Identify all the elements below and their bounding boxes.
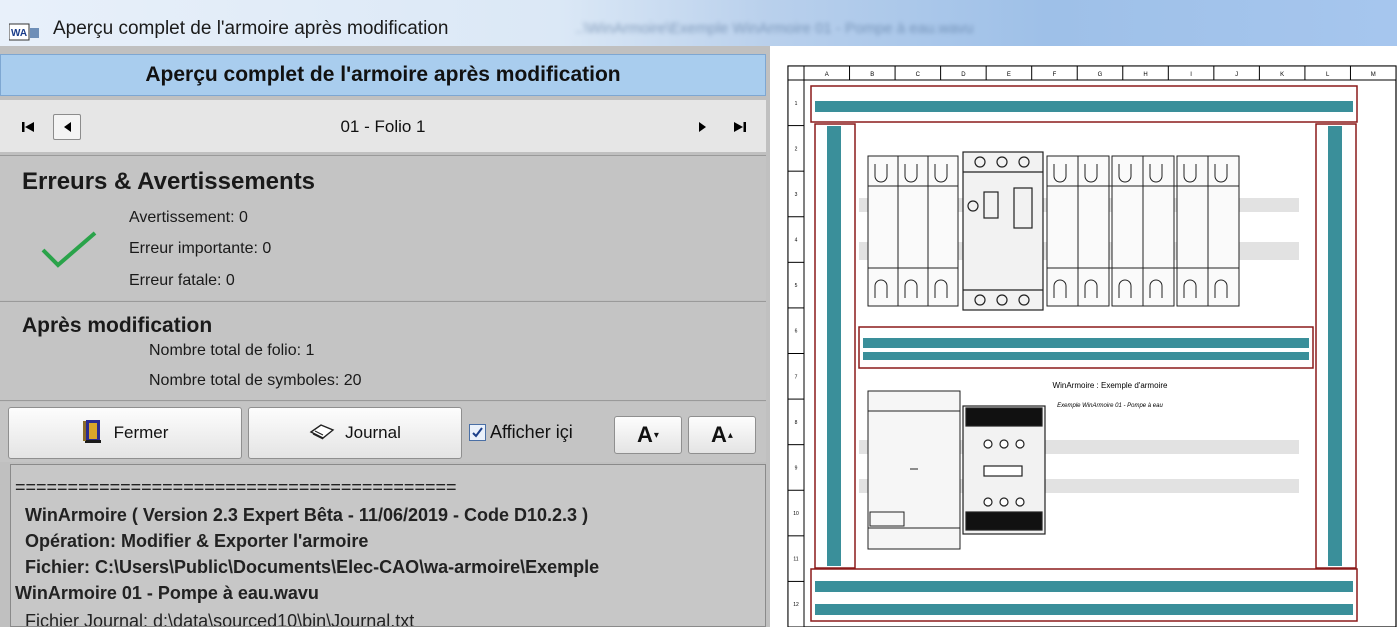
panel-toolbar: Fermer Journal Afficher içi A ▾ A ▴ <box>0 402 766 462</box>
row-label: 9 <box>795 465 798 471</box>
font-increase-icon[interactable]: A ▴ <box>688 416 756 454</box>
after-title: Après modification <box>22 314 213 337</box>
after-modification-section: Après modification Nombre total de folio… <box>0 301 766 401</box>
cabinet-preview[interactable]: ABCDEFGHIJKLM 123456789101112 <box>770 46 1397 627</box>
column-label: C <box>916 72 921 78</box>
close-button[interactable]: Fermer <box>8 407 242 459</box>
checkmark-icon <box>40 230 98 275</box>
middle-rail-b <box>863 352 1309 360</box>
column-label: K <box>1280 72 1284 78</box>
middle-rail-a <box>863 338 1309 348</box>
left-rail <box>827 126 841 566</box>
panel-header-title: Aperçu complet de l'armoire après modifi… <box>145 63 621 86</box>
column-label: H <box>1143 72 1147 78</box>
power-supply <box>867 390 961 550</box>
row-label: 1 <box>795 101 798 107</box>
important-error-count: Erreur importante: 0 <box>129 240 272 257</box>
column-label: D <box>961 72 966 78</box>
row-label: 5 <box>795 283 798 289</box>
symbol-count: Nombre total de symboles: 20 <box>149 372 362 389</box>
door-exit-icon <box>82 418 104 449</box>
winarmoire-app-icon: WA <box>9 23 39 41</box>
preview-side-panel: Aperçu complet de l'armoire après modifi… <box>0 46 770 627</box>
column-label: B <box>870 72 874 78</box>
log-line: ========================================… <box>15 477 457 497</box>
folio-navigator: 01 - Folio 1 <box>0 100 766 152</box>
row-label: 4 <box>795 238 798 244</box>
journal-log[interactable]: ========================================… <box>10 464 766 627</box>
breaker-group-right <box>1046 155 1240 307</box>
close-button-label: Fermer <box>113 423 169 442</box>
journal-button-label: Journal <box>345 423 401 442</box>
show-here-checkbox[interactable] <box>469 424 486 441</box>
errors-title: Erreurs & Avertissements <box>22 168 316 195</box>
row-label: 3 <box>795 192 798 198</box>
row-label: 2 <box>795 146 798 152</box>
errors-section: Erreurs & Avertissements Avertissement: … <box>0 155 766 300</box>
column-label: F <box>1053 72 1057 78</box>
log-line: WinArmoire ( Version 2.3 Expert Bêta - 1… <box>25 505 589 525</box>
row-label: 12 <box>793 602 799 608</box>
top-rail <box>815 101 1353 112</box>
column-label: E <box>1007 72 1011 78</box>
row-label: 11 <box>793 557 798 563</box>
next-icon[interactable] <box>689 114 717 140</box>
contactor <box>962 405 1046 535</box>
background-window-title: ..\WinArmoire\Exemple WinArmoire 01 - Po… <box>575 20 974 37</box>
log-line: WinArmoire 01 - Pompe à eau.wavu <box>15 583 319 603</box>
row-label: 8 <box>795 420 798 426</box>
breaker-group-left <box>867 155 959 307</box>
log-line: Opération: Modifier & Exporter l'armoire <box>25 531 369 551</box>
window-title: Aperçu complet de l'armoire après modifi… <box>53 18 449 39</box>
row-label: 6 <box>795 329 798 335</box>
row-label: 10 <box>793 511 799 517</box>
journal-button[interactable]: Journal <box>248 407 462 459</box>
title-bar: WA Aperçu complet de l'armoire après mod… <box>0 0 1397 46</box>
cabinet-drawing: ABCDEFGHIJKLM 123456789101112 WinArmoire… <box>787 65 1397 627</box>
column-label: A <box>825 72 829 78</box>
fatal-error-count: Erreur fatale: 0 <box>129 272 235 289</box>
column-label: G <box>1098 72 1103 78</box>
bottom-rail <box>815 581 1353 592</box>
bottom-rail-2 <box>815 604 1353 615</box>
folio-count: Nombre total de folio: 1 <box>149 342 315 359</box>
svg-text:WA: WA <box>11 28 27 39</box>
skip-last-icon[interactable] <box>726 114 754 140</box>
panel-header: Aperçu complet de l'armoire après modifi… <box>0 54 766 96</box>
column-label: M <box>1371 72 1376 78</box>
motor-protection-switch <box>962 151 1044 311</box>
right-rail <box>1328 126 1342 566</box>
log-line: Fichier: C:\Users\Public\Documents\Elec-… <box>25 557 600 577</box>
column-label: J <box>1235 72 1238 78</box>
log-line: Fichier Journal: d:\data\sourced10\bin\J… <box>25 611 415 627</box>
warning-count: Avertissement: 0 <box>129 209 248 226</box>
font-decrease-icon[interactable]: A ▾ <box>614 416 682 454</box>
drawing-title: WinArmoire : Exemple d'armoire <box>1053 381 1168 390</box>
folio-label: 01 - Folio 1 <box>340 117 426 136</box>
book-icon <box>309 422 335 445</box>
drawing-subtitle: Exemple WinArmoire 01 - Pompe à eau <box>1057 403 1163 409</box>
show-here-label[interactable]: Afficher içi <box>490 422 573 443</box>
row-label: 7 <box>795 374 798 380</box>
